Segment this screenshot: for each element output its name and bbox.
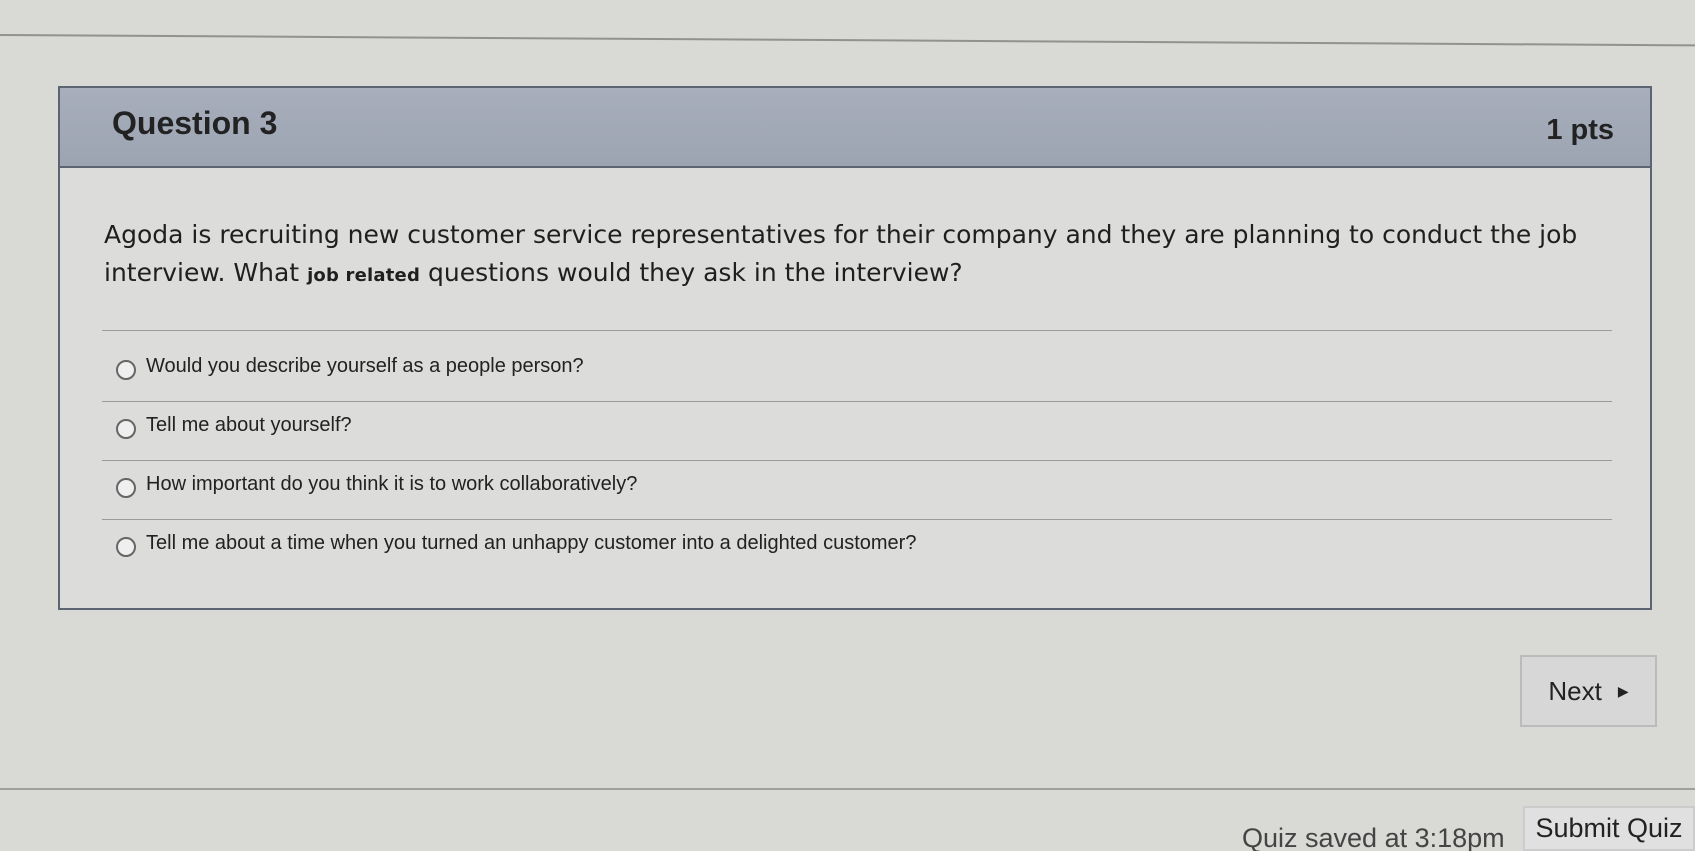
answer-option-3[interactable]: How important do you think it is to work… <box>102 461 1612 520</box>
question-text-part-2: questions would they ask in the intervie… <box>428 258 963 287</box>
answer-label: Would you describe yourself as a people … <box>146 355 584 377</box>
next-arrow-icon: ▶ <box>1617 682 1629 699</box>
radio-button-icon[interactable] <box>116 478 136 498</box>
top-divider <box>0 34 1695 47</box>
answer-option-1[interactable]: Would you describe yourself as a people … <box>102 343 1612 402</box>
answer-list: Would you describe yourself as a people … <box>102 343 1612 579</box>
quiz-save-status: Quiz saved at 3:18pm <box>1242 823 1505 851</box>
question-title: Question 3 <box>112 105 278 141</box>
question-points: 1 pts <box>1546 114 1614 146</box>
question-prompt: Agoda is recruiting new customer service… <box>104 216 1604 295</box>
question-header: Question 3 1 pts <box>60 88 1650 168</box>
question-card: Question 3 1 pts Agoda is recruiting new… <box>58 86 1652 610</box>
radio-button-icon[interactable] <box>116 537 136 557</box>
bottom-divider <box>0 788 1695 790</box>
answer-option-2[interactable]: Tell me about yourself? <box>102 402 1612 461</box>
answer-label: Tell me about yourself? <box>146 414 352 436</box>
question-divider <box>102 330 1612 331</box>
submit-quiz-button[interactable]: Submit Quiz <box>1523 806 1695 851</box>
radio-button-icon[interactable] <box>116 419 136 439</box>
submit-quiz-label: Submit Quiz <box>1535 813 1683 843</box>
answer-label: Tell me about a time when you turned an … <box>146 532 917 554</box>
answer-label: How important do you think it is to work… <box>146 473 638 495</box>
next-label: Next <box>1548 675 1602 706</box>
radio-button-icon[interactable] <box>116 360 136 380</box>
answer-option-4[interactable]: Tell me about a time when you turned an … <box>102 520 1612 579</box>
question-text-emphasis: job related <box>307 265 421 286</box>
next-button[interactable]: Next ▶ <box>1520 655 1657 727</box>
quiz-page: Question 3 1 pts Agoda is recruiting new… <box>0 0 1695 851</box>
